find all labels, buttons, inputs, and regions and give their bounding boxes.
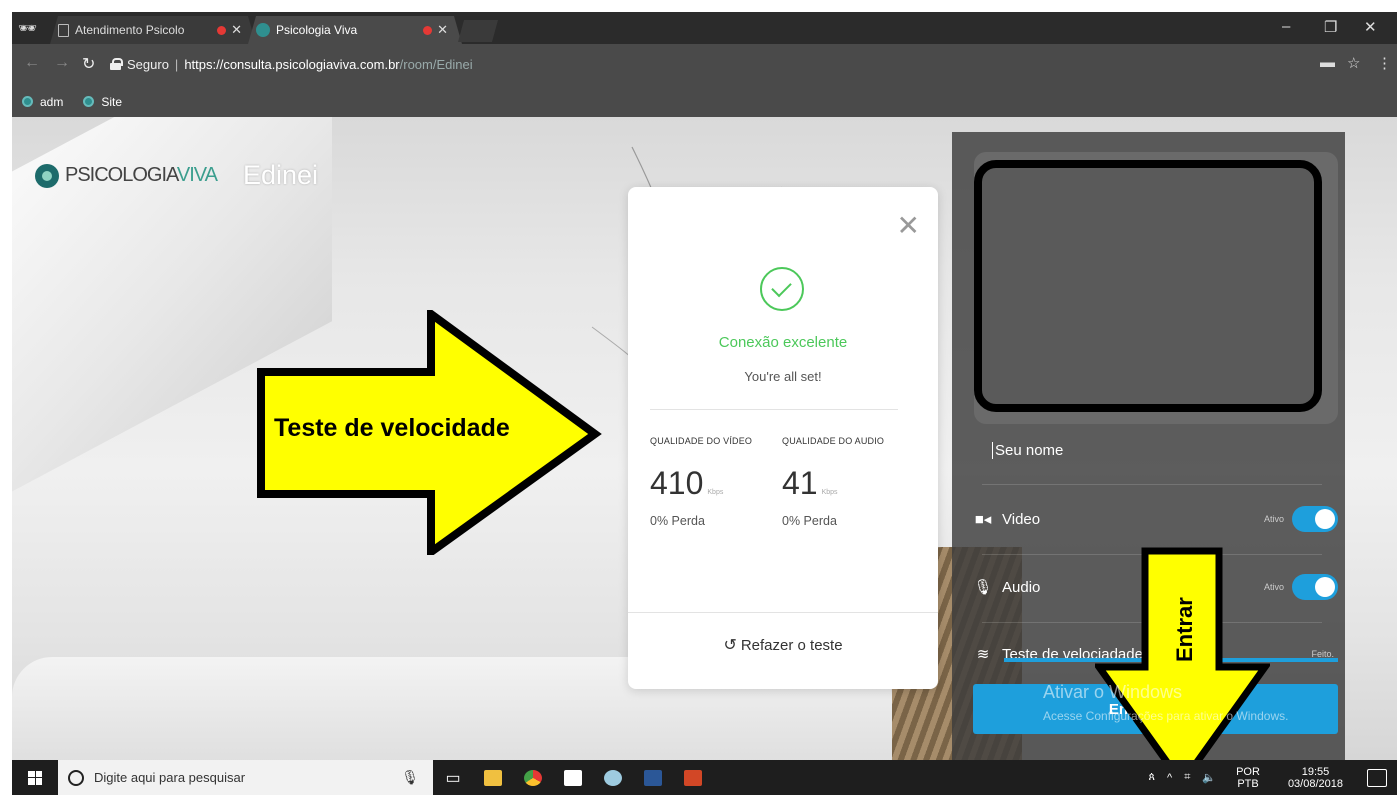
audio-quality-value: 41 Kbps xyxy=(782,465,838,501)
network-icon[interactable]: ⌗ xyxy=(1184,771,1190,784)
audio-quality-label: QUALIDADE DO AUDIO xyxy=(782,436,885,446)
brand-logo-icon xyxy=(35,163,59,188)
minimize-button[interactable]: – xyxy=(1282,18,1290,35)
address-bar[interactable]: Seguro | https://consulta.psicologiaviva… xyxy=(110,50,1310,78)
sticky-notes-icon[interactable] xyxy=(553,760,593,795)
incognito-icon: 🕶 xyxy=(18,20,38,37)
start-button[interactable] xyxy=(12,760,58,795)
camera-icon[interactable]: ▬ xyxy=(1320,54,1335,71)
bookmark-favicon-icon xyxy=(83,96,95,107)
star-icon[interactable]: ☆ xyxy=(1347,54,1360,72)
bookmark-label: adm xyxy=(40,94,64,109)
lock-icon xyxy=(110,58,123,70)
system-tray: ጰ ^ ⌗ 🔈 POR PTB 19:55 03/08/2018 xyxy=(1142,766,1397,790)
page-icon xyxy=(58,24,69,37)
powerpoint-icon[interactable] xyxy=(673,760,713,795)
wifi-icon: ≋ xyxy=(976,646,990,663)
top-band xyxy=(0,0,1397,12)
video-status: Ativo xyxy=(1263,514,1284,524)
url-host: https://consulta.psicologiaviva.com.br xyxy=(184,56,400,72)
search-placeholder: Digite aqui para pesquisar xyxy=(94,770,246,785)
bookmark-adm[interactable]: adm xyxy=(22,95,63,109)
menu-icon[interactable]: ⋮ xyxy=(1377,54,1392,72)
redo-test-button[interactable]: ↺ Refazer o teste xyxy=(628,635,938,655)
paint-icon[interactable] xyxy=(593,760,633,795)
omnibar: ← → ↻ Seguro | https://consulta.psicolog… xyxy=(12,44,1397,86)
notification-icon[interactable] xyxy=(1367,768,1387,787)
windows-watermark-subtitle: Acesse Configurações para ativar o Windo… xyxy=(1043,709,1289,723)
site-favicon-icon xyxy=(256,23,270,37)
reload-icon[interactable]: ↻ xyxy=(82,54,95,74)
connection-status: Conexão excelente xyxy=(718,334,848,351)
tab-strip: 🕶 Atendimento Psicolo ✕ Psicologia Viva … xyxy=(12,12,1397,44)
redo-icon: ↺ xyxy=(723,637,737,654)
url-path: /room/Edinei xyxy=(399,56,473,72)
tab-title: Psicologia Viva xyxy=(276,23,358,37)
page-viewport: PSICOLOGIAVIVA Edinei Seu nome ■◂ Video … xyxy=(12,117,1397,760)
check-icon xyxy=(760,267,804,311)
divider xyxy=(628,612,938,613)
back-icon[interactable]: ← xyxy=(24,54,40,72)
speed-test-card: ✕ Conexão excelente You're all set! QUAL… xyxy=(628,187,938,689)
divider xyxy=(982,484,1322,485)
chevron-up-icon[interactable]: ^ xyxy=(1167,772,1172,784)
restore-button[interactable]: ❐ xyxy=(1324,18,1337,36)
video-camera-icon: ■◂ xyxy=(974,511,992,528)
tab-title: Atendimento Psicolo xyxy=(75,23,185,37)
word-icon[interactable] xyxy=(633,760,673,795)
video-label: Video xyxy=(1002,510,1041,528)
tab-psicologia-viva[interactable]: Psicologia Viva ✕ xyxy=(248,16,462,44)
close-icon[interactable]: ✕ xyxy=(897,209,920,242)
connection-substatus: You're all set! xyxy=(744,369,822,384)
clock[interactable]: 19:55 03/08/2018 xyxy=(1282,766,1349,790)
secure-label: Seguro xyxy=(127,56,169,72)
task-view-icon[interactable]: ▭ xyxy=(433,760,473,795)
audio-toggle[interactable] xyxy=(1292,574,1338,600)
people-icon[interactable]: ጰ xyxy=(1148,771,1155,784)
bookmark-label: Site xyxy=(101,94,123,109)
bookmarks-bar: adm Site xyxy=(12,86,1397,117)
new-tab-button[interactable] xyxy=(458,20,498,42)
video-option: ■◂ Video Ativo xyxy=(972,504,1342,534)
audio-label: Audio xyxy=(1002,578,1041,596)
file-explorer-icon[interactable] xyxy=(473,760,513,795)
chrome-icon[interactable] xyxy=(513,760,553,795)
windows-taskbar: Digite aqui para pesquisar 🎙 ▭ ጰ ^ ⌗ 🔈 P… xyxy=(12,760,1397,795)
volume-icon[interactable]: 🔈 xyxy=(1202,771,1216,784)
name-input[interactable]: Seu nome xyxy=(992,442,1063,459)
audio-loss: 0% Perda xyxy=(782,514,837,528)
cortana-icon xyxy=(68,769,84,786)
tab-atendimento[interactable]: Atendimento Psicolo ✕ xyxy=(50,16,256,44)
brand-name: PSICOLOGIAVIVA xyxy=(65,164,218,186)
video-quality-label: QUALIDADE DO VÍDEO xyxy=(650,436,753,446)
language-indicator[interactable]: POR PTB xyxy=(1230,766,1266,790)
separator: | xyxy=(174,56,179,72)
bookmark-favicon-icon xyxy=(22,96,33,107)
microphone-icon[interactable]: 🎙 xyxy=(401,769,419,786)
close-window-button[interactable]: ✕ xyxy=(1364,18,1377,36)
annotation-label-enter: Entrar xyxy=(1172,597,1197,662)
recording-icon xyxy=(423,26,432,35)
browser-chrome: 🕶 Atendimento Psicolo ✕ Psicologia Viva … xyxy=(12,12,1397,117)
bookmark-site[interactable]: Site xyxy=(83,95,122,109)
video-quality-value: 410 Kbps xyxy=(650,465,724,501)
tab-close-icon[interactable]: ✕ xyxy=(231,22,242,38)
recording-icon xyxy=(217,26,226,35)
room-name: Edinei xyxy=(242,160,319,190)
tab-close-icon[interactable]: ✕ xyxy=(437,22,448,38)
brand: PSICOLOGIAVIVA Edinei xyxy=(35,160,318,191)
forward-icon[interactable]: → xyxy=(54,54,70,72)
annotation-label-speed: Teste de velocidade xyxy=(274,414,510,442)
video-toggle[interactable] xyxy=(1292,506,1338,532)
microphone-icon: 🎙 xyxy=(973,579,993,596)
windows-logo-icon xyxy=(28,770,42,785)
taskbar-search[interactable]: Digite aqui para pesquisar 🎙 xyxy=(58,760,433,795)
divider xyxy=(650,409,898,410)
video-loss: 0% Perda xyxy=(650,514,705,528)
annotation-video-box xyxy=(974,160,1322,412)
windows-watermark-title: Ativar o Windows xyxy=(1043,682,1183,702)
